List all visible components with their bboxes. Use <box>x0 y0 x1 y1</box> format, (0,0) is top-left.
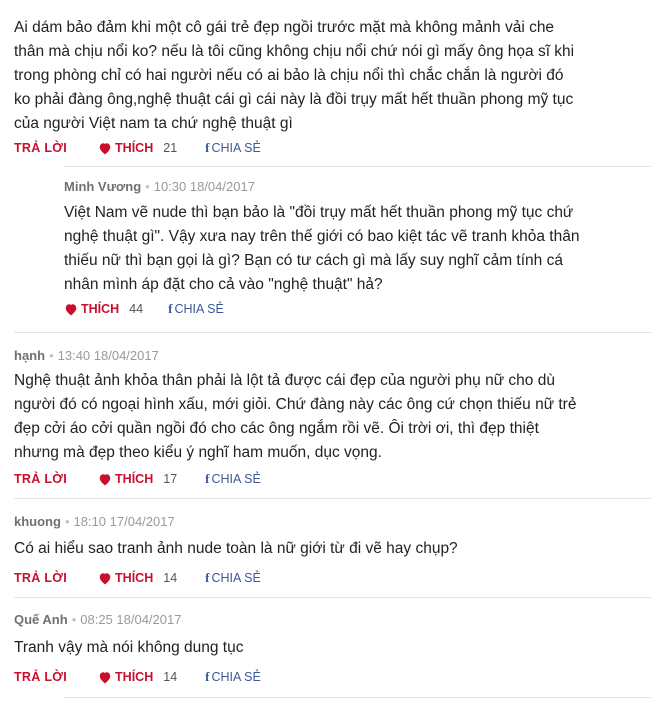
like-label: THÍCH <box>115 571 154 585</box>
comment-line: trong phòng chỉ có hai người nếu có ai b… <box>14 67 564 84</box>
comment-body: Có ai hiểu sao tranh ảnh nude toàn là nữ… <box>14 537 664 561</box>
share-button[interactable]: f CHIA SẺ <box>205 570 261 586</box>
comment-meta: Minh Vương • 10:30 18/04/2017 <box>64 179 255 194</box>
divider <box>14 498 651 499</box>
comment-body: Việt Nam vẽ nude thì bạn bảo là "đồi trụ… <box>64 201 664 297</box>
like-button[interactable]: THÍCH <box>98 472 153 486</box>
comment-actions: TRẢ LỜI THÍCH 21 f CHIA SẺ <box>14 140 261 156</box>
like-label: THÍCH <box>81 302 120 316</box>
comment-author[interactable]: khuong <box>14 514 61 529</box>
comment-line: nhưng mà đẹp theo kiểu ý nghĩ ham muốn, … <box>14 444 382 461</box>
comment-meta: Quế Anh • 08:25 18/04/2017 <box>14 612 181 627</box>
facebook-icon: f <box>168 301 173 316</box>
share-label: CHIA SẺ <box>211 670 261 684</box>
facebook-icon: f <box>205 471 210 486</box>
facebook-icon: f <box>205 669 210 684</box>
comment-line: nghệ thuật gì". Vậy xưa nay trên thế giớ… <box>64 228 580 245</box>
share-button[interactable]: f CHIA SẺ <box>205 669 261 685</box>
comment-time: 08:25 18/04/2017 <box>80 612 182 627</box>
like-count: 14 <box>163 571 178 585</box>
comment-body: Nghệ thuật ảnh khỏa thân phải là lột tả … <box>14 369 664 465</box>
comment-actions: TRẢ LỜI THÍCH 14 f CHIA SẺ <box>14 669 261 685</box>
comment-actions: THÍCH 44 f CHIA SẺ <box>64 301 224 317</box>
meta-separator: • <box>64 514 70 529</box>
like-count: 14 <box>163 670 178 684</box>
like-count: 17 <box>163 472 178 486</box>
heart-icon <box>99 142 111 154</box>
comment-meta: khuong • 18:10 17/04/2017 <box>14 514 175 529</box>
comment-actions: TRẢ LỜI THÍCH 14 f CHIA SẺ <box>14 570 261 586</box>
comment-time: 10:30 18/04/2017 <box>153 179 255 194</box>
share-button[interactable]: f CHIA SẺ <box>205 140 261 156</box>
like-button[interactable]: THÍCH <box>98 670 153 684</box>
heart-icon <box>99 671 111 683</box>
comment-author[interactable]: Quế Anh <box>14 612 68 627</box>
like-label: THÍCH <box>115 472 154 486</box>
reply-button[interactable]: TRẢ LỜI <box>14 472 67 486</box>
divider <box>64 697 651 698</box>
comment-actions: TRẢ LỜI THÍCH 17 f CHIA SẺ <box>14 471 261 487</box>
share-button[interactable]: f CHIA SẺ <box>168 301 224 317</box>
heart-icon <box>99 572 111 584</box>
comment-time: 18:10 17/04/2017 <box>73 514 175 529</box>
meta-separator: • <box>145 179 150 194</box>
comment-author[interactable]: Minh Vương <box>64 179 141 194</box>
comment-line: nhân mình áp đặt cho cả vào "nghệ thuật"… <box>64 276 383 293</box>
divider <box>64 166 651 167</box>
heart-icon <box>65 303 77 315</box>
comment-line: đẹp cởi áo cởi quần ngồi đó cho các ông … <box>14 420 539 437</box>
comment-body: Ai dám bảo đảm khi một cô gái trẻ đẹp ng… <box>14 16 664 136</box>
comment-line: thân mà chịu nổi ko? nếu là tôi cũng khô… <box>14 43 575 60</box>
reply-button[interactable]: TRẢ LỜI <box>14 141 67 155</box>
divider <box>14 597 651 598</box>
comment-line: Việt Nam vẽ nude thì bạn bảo là "đồi trụ… <box>64 204 574 221</box>
like-count: 21 <box>163 141 178 155</box>
like-label: THÍCH <box>115 670 154 684</box>
share-label: CHIA SẺ <box>211 472 261 486</box>
comment-line: Ai dám bảo đảm khi một cô gái trẻ đẹp ng… <box>14 19 555 36</box>
share-label: CHIA SẺ <box>211 571 261 585</box>
like-button[interactable]: THÍCH <box>98 141 153 155</box>
like-button[interactable]: THÍCH <box>64 302 119 316</box>
like-button[interactable]: THÍCH <box>98 571 153 585</box>
reply-button[interactable]: TRẢ LỜI <box>14 571 67 585</box>
share-label: CHIA SẺ <box>174 302 224 316</box>
facebook-icon: f <box>205 140 210 155</box>
like-count: 44 <box>129 302 144 316</box>
meta-separator: • <box>49 348 54 363</box>
meta-separator: • <box>71 612 77 627</box>
share-label: CHIA SẺ <box>211 141 261 155</box>
heart-icon <box>99 473 111 485</box>
comment-author[interactable]: hạnh <box>14 348 45 363</box>
reply-button[interactable]: TRẢ LỜI <box>14 670 67 684</box>
share-button[interactable]: f CHIA SẺ <box>205 471 261 487</box>
comment-line: thiếu nữ thì bạn gọi là gì? Bạn có tư cá… <box>64 252 563 269</box>
comment-line: ko phải đàng ông,nghệ thuật cái gì cái n… <box>14 91 574 108</box>
like-label: THÍCH <box>115 141 154 155</box>
comment-line: Tranh vậy mà nói không dung tục <box>14 639 244 656</box>
comment-line: Nghệ thuật ảnh khỏa thân phải là lột tả … <box>14 372 555 389</box>
comment-time: 13:40 18/04/2017 <box>57 348 159 363</box>
comment-body: Tranh vậy mà nói không dung tục <box>14 636 664 660</box>
facebook-icon: f <box>205 570 210 585</box>
comment-meta: hạnh • 13:40 18/04/2017 <box>14 348 159 363</box>
comment-line: của người Việt nam ta chứ nghệ thuật gì <box>14 115 293 132</box>
divider <box>14 332 651 333</box>
comment-thread: Ai dám bảo đảm khi một cô gái trẻ đẹp ng… <box>0 0 672 718</box>
comment-line: Có ai hiểu sao tranh ảnh nude toàn là nữ… <box>14 540 458 557</box>
comment-line: người đó có ngoại hình xấu, mới giỏi. Ch… <box>14 396 577 413</box>
